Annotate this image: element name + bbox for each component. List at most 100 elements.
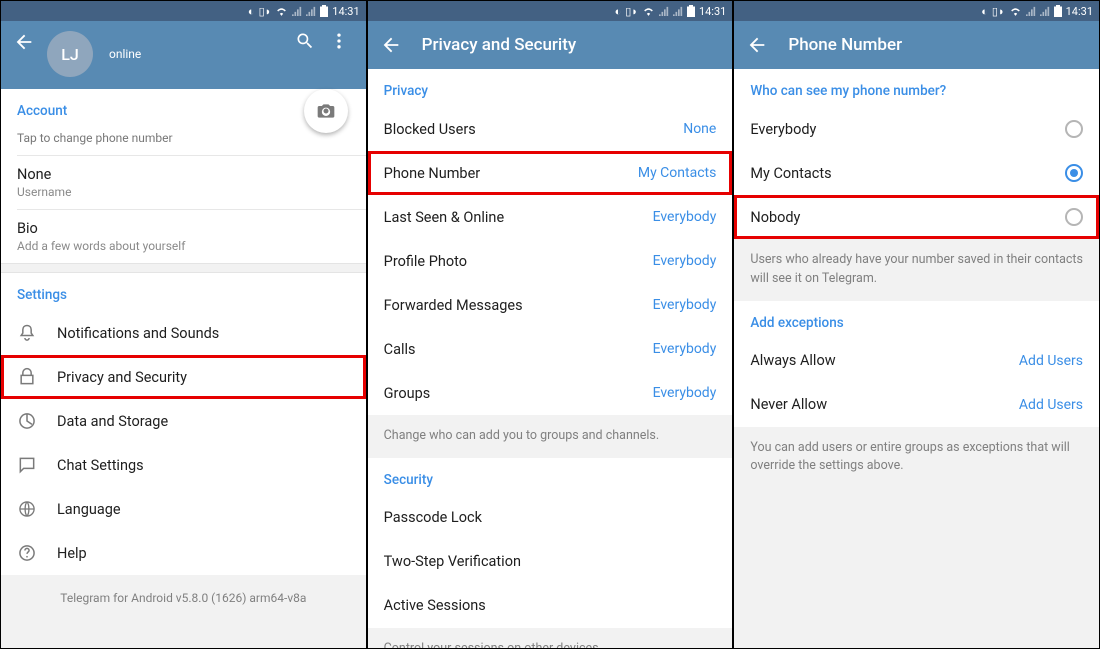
overflow-button[interactable] — [322, 31, 356, 51]
row-label: Profile Photo — [384, 253, 653, 270]
option-label: My Contacts — [750, 165, 1065, 182]
section-who: Who can see my phone number? — [734, 69, 1099, 107]
settings-item-help[interactable]: Help — [1, 531, 366, 575]
bio-value: Bio — [17, 220, 38, 237]
section-security: Security — [368, 458, 733, 496]
app-bar-phone: Phone Number — [734, 21, 1099, 69]
row-value: Everybody — [653, 385, 717, 401]
privacy-row-calls[interactable]: Calls Everybody — [368, 327, 733, 371]
radio-icon — [1065, 120, 1083, 138]
version-footer: Telegram for Android v5.8.0 (1626) arm64… — [1, 575, 366, 648]
sync-icon: ◐ — [248, 5, 255, 18]
online-status: online — [109, 47, 141, 61]
username-value: None — [17, 166, 51, 183]
back-button[interactable] — [746, 34, 774, 56]
row-label: Blocked Users — [384, 121, 684, 138]
security-row-sessions[interactable]: Active Sessions — [368, 584, 733, 628]
search-button[interactable] — [288, 31, 322, 51]
signal-icon — [659, 6, 669, 16]
status-bar: ◐ ▯◗ 14:31 — [368, 1, 733, 21]
security-row-passcode[interactable]: Passcode Lock — [368, 496, 733, 540]
row-action: Add Users — [1019, 397, 1083, 413]
option-label: Everybody — [750, 121, 1065, 138]
settings-item-label: Language — [57, 501, 350, 518]
signal-icon-2 — [1040, 6, 1050, 16]
option-label: Nobody — [750, 209, 1065, 226]
row-label: Forwarded Messages — [384, 297, 653, 314]
row-label: Groups — [384, 385, 653, 402]
chat-icon — [17, 455, 57, 475]
section-exceptions: Add exceptions — [734, 301, 1099, 339]
settings-item-label: Notifications and Sounds — [57, 325, 350, 342]
tap-change-hint[interactable]: Tap to change phone number — [1, 127, 366, 155]
row-label: Two-Step Verification — [384, 553, 717, 570]
settings-item-language[interactable]: Language — [1, 487, 366, 531]
app-bar-privacy: Privacy and Security — [368, 21, 733, 69]
app-bar-profile: LJ online — [1, 21, 366, 89]
settings-item-label: Chat Settings — [57, 457, 350, 474]
row-value: Everybody — [653, 297, 717, 313]
option-mycontacts[interactable]: My Contacts — [734, 151, 1099, 195]
privacy-row-groups[interactable]: Groups Everybody — [368, 371, 733, 415]
row-label: Never Allow — [750, 396, 1019, 413]
vibrate-icon: ▯◗ — [625, 5, 638, 18]
battery-icon — [320, 5, 328, 17]
page-title: Privacy and Security — [422, 35, 577, 55]
row-label: Active Sessions — [384, 597, 717, 614]
wifi-icon — [1009, 6, 1022, 16]
battery-icon — [687, 5, 695, 17]
bell-icon — [17, 323, 57, 343]
exception-never[interactable]: Never Allow Add Users — [734, 383, 1099, 427]
bio-row[interactable]: Bio Add a few words about yourself — [1, 210, 366, 263]
status-time: 14:31 — [332, 5, 359, 18]
avatar[interactable]: LJ — [47, 31, 93, 77]
row-value: Everybody — [653, 253, 717, 269]
option-nobody[interactable]: Nobody — [734, 195, 1099, 239]
exception-always[interactable]: Always Allow Add Users — [734, 339, 1099, 383]
panel-phone-number: ◐ ▯◗ 14:31 Phone Number Who can see my p… — [734, 1, 1099, 648]
row-label: Calls — [384, 341, 653, 358]
wifi-icon — [275, 6, 288, 16]
row-label: Passcode Lock — [384, 509, 717, 526]
row-label: Last Seen & Online — [384, 209, 653, 226]
status-time: 14:31 — [699, 5, 726, 18]
settings-item-chat[interactable]: Chat Settings — [1, 443, 366, 487]
option-everybody[interactable]: Everybody — [734, 107, 1099, 151]
back-button[interactable] — [13, 31, 41, 53]
username-row[interactable]: None Username — [1, 156, 366, 209]
exceptions-hint: You can add users or entire groups as ex… — [734, 427, 1099, 649]
back-button[interactable] — [380, 34, 408, 56]
settings-item-notifications[interactable]: Notifications and Sounds — [1, 311, 366, 355]
section-privacy: Privacy — [368, 69, 733, 107]
settings-item-label: Help — [57, 545, 350, 562]
page-title: Phone Number — [788, 35, 902, 55]
privacy-row-forwarded[interactable]: Forwarded Messages Everybody — [368, 283, 733, 327]
settings-item-privacy[interactable]: Privacy and Security — [1, 355, 366, 399]
panel-privacy: ◐ ▯◗ 14:31 Privacy and Security Privacy … — [368, 1, 735, 648]
privacy-hint: Change who can add you to groups and cha… — [368, 415, 733, 458]
data-icon — [17, 411, 57, 431]
row-value: Everybody — [653, 341, 717, 357]
privacy-row-blocked[interactable]: Blocked Users None — [368, 107, 733, 151]
row-value: My Contacts — [638, 165, 716, 181]
settings-item-label: Data and Storage — [57, 413, 350, 430]
section-settings: Settings — [1, 273, 366, 311]
security-row-twostep[interactable]: Two-Step Verification — [368, 540, 733, 584]
signal-icon-2 — [673, 6, 683, 16]
battery-icon — [1054, 5, 1062, 17]
row-action: Add Users — [1019, 353, 1083, 369]
who-hint: Users who already have your number saved… — [734, 239, 1099, 301]
privacy-row-photo[interactable]: Profile Photo Everybody — [368, 239, 733, 283]
status-time: 14:31 — [1066, 5, 1093, 18]
camera-fab[interactable] — [304, 89, 348, 133]
globe-icon — [17, 499, 57, 519]
radio-icon — [1065, 208, 1083, 226]
privacy-row-lastseen[interactable]: Last Seen & Online Everybody — [368, 195, 733, 239]
sync-icon: ◐ — [615, 5, 622, 18]
status-bar: ◐ ▯◗ 14:31 — [1, 1, 366, 21]
panel-settings: ◐ ▯◗ 14:31 LJ online — [1, 1, 368, 648]
sync-icon: ◐ — [981, 5, 988, 18]
privacy-row-phone[interactable]: Phone Number My Contacts — [368, 151, 733, 195]
settings-item-data[interactable]: Data and Storage — [1, 399, 366, 443]
security-hint: Control your sessions on other devices. — [368, 628, 733, 648]
